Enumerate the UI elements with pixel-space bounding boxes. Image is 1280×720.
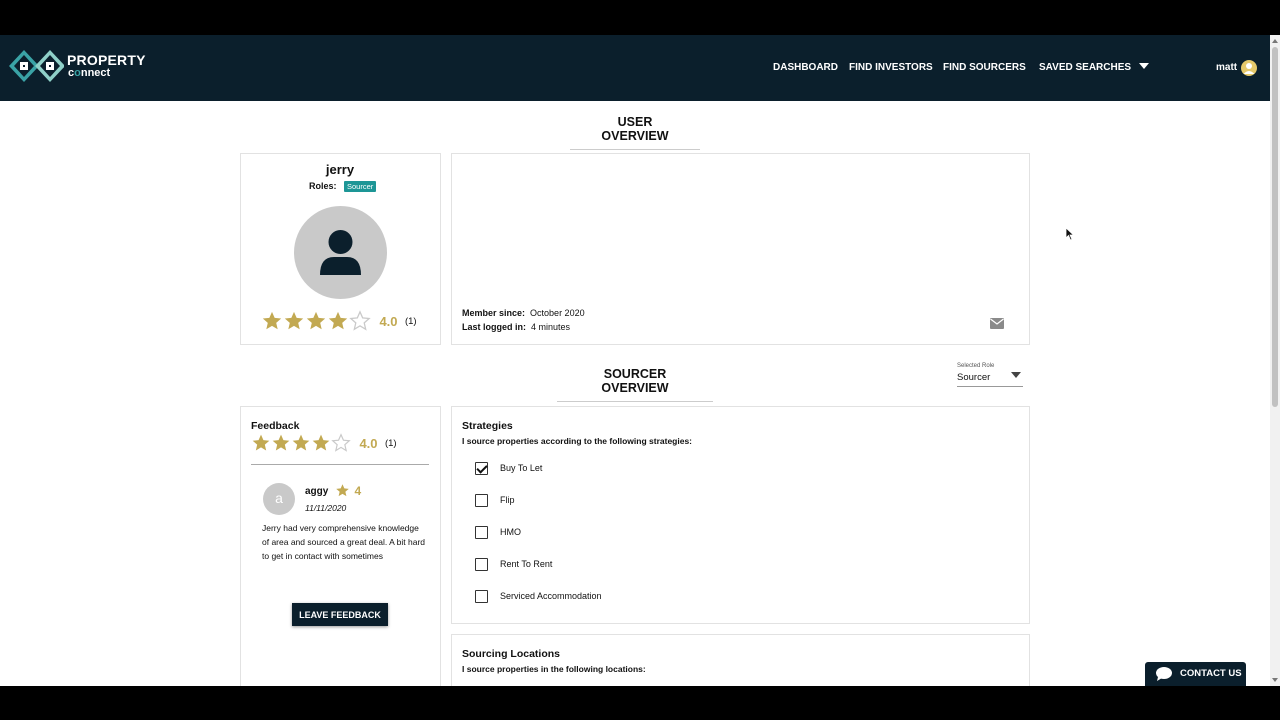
last-logged-in: Last logged in: 4 minutes [462,322,570,332]
profile-rating-count: (1) [404,315,417,327]
contact-us-button[interactable]: CONTACT US [1145,662,1246,686]
scroll-down-icon[interactable] [1272,678,1278,682]
checkbox-checked[interactable] [475,462,488,475]
roles-label: Roles: [309,181,337,191]
chevron-down-icon [1139,63,1150,69]
star-filled-icon [284,311,304,330]
dropdown-arrow-icon [1011,372,1021,378]
strategies-heading: Strategies [462,420,513,432]
reviewer-name[interactable]: aggy [305,486,328,497]
sourcer-overview-title: SOURCER OVERVIEW [557,367,713,402]
saved-searches-label: SAVED SEARCHES [1039,62,1132,73]
video-letterbox-top [0,0,1280,35]
profile-name: jerry [325,162,355,177]
feedback-rating: 4.0 (1) [251,433,397,453]
checkbox-unchecked[interactable] [475,526,488,539]
star-filled-icon [262,311,282,330]
star-filled-icon [272,434,290,451]
browser-viewport: PROPERTY connect DASHBOARD FIND INVESTOR… [0,35,1270,686]
feedback-card: Feedback 4.0 (1) a aggy 4 11/11/2020 Jer… [240,406,441,686]
selected-role-select[interactable]: Selected Role Sourcer [957,362,1023,387]
profile-rating-value: 4.0 [379,313,398,329]
scroll-up-icon[interactable] [1272,39,1278,43]
checkbox-unchecked[interactable] [475,590,488,603]
star-filled-icon [252,434,270,451]
star-empty-icon [331,433,351,452]
user-avatar[interactable] [1241,60,1257,76]
feedback-star-rating [251,433,351,452]
brand-name: PROPERTY [67,52,146,68]
contact-us-label: CONTACT US [1180,668,1242,679]
locations-card: Sourcing Locations I source properties i… [451,634,1030,686]
brand-tagline: connect [68,67,111,79]
logo-mark-icon [9,50,64,82]
feedback-heading: Feedback [251,420,300,432]
profile-card: jerry Roles: Sourcer 4.0 (1) [240,153,441,345]
profile-rating: 4.0 (1) [261,310,417,332]
selected-role-label: Selected Role [957,363,995,369]
checkbox-unchecked[interactable] [475,558,488,571]
strategy-label: HMO [500,527,521,537]
reviewer-avatar: a [263,483,295,515]
nav-find-investors[interactable]: FIND INVESTORS [849,62,933,73]
sourcer-overview-title-text: SOURCER OVERVIEW [601,367,669,395]
member-since-label: Member since: [462,308,526,318]
review-text: Jerry had very comprehensive knowledge o… [262,523,426,561]
star-empty-icon [349,310,371,331]
star-filled-icon [336,484,349,497]
brand-logo[interactable]: PROPERTY connect [8,49,148,85]
page-scrollbar[interactable] [1270,35,1280,686]
feedback-rating-value: 4.0 [359,435,378,451]
title-underline [570,149,700,150]
locations-heading: Sourcing Locations [462,648,561,660]
scrollbar-thumb[interactable] [1272,47,1278,407]
user-icon [1243,63,1255,74]
leave-feedback-button[interactable]: LEAVE FEEDBACK [292,603,388,626]
strategy-label: Flip [500,495,515,505]
nav-saved-searches[interactable]: SAVED SEARCHES [1039,62,1150,73]
star-filled-icon [328,311,348,330]
user-menu-name[interactable]: matt [1216,62,1237,73]
profile-avatar [294,206,387,299]
member-since: Member since: October 2020 [462,308,585,318]
last-logged-value: 4 minutes [531,322,571,332]
mouse-cursor-icon [1066,228,1075,241]
star-filled-icon [312,434,330,451]
strategies-card: Strategies I source properties according… [451,406,1030,624]
envelope-icon[interactable] [990,318,1004,329]
user-overview-title-text: USER OVERVIEW [601,115,669,143]
nav-find-sourcers[interactable]: FIND SOURCERS [943,62,1026,73]
video-letterbox-bottom [0,686,1280,720]
profile-star-rating [261,310,371,331]
user-overview-title: USER OVERVIEW [570,115,700,150]
selected-role-value: Sourcer [957,372,991,383]
last-logged-label: Last logged in: [462,322,526,332]
strategy-label: Serviced Accommodation [500,591,602,601]
role-badge: Sourcer [344,181,377,192]
checkbox-unchecked[interactable] [475,494,488,507]
feedback-rating-count: (1) [384,437,397,449]
strategy-label: Buy To Let [500,463,543,473]
user-info-card: Member since: October 2020 Last logged i… [451,153,1030,345]
star-filled-icon [292,434,310,451]
title-underline [557,401,713,402]
strategies-subheading: I source properties according to the fol… [462,436,693,446]
strategy-label: Rent To Rent [500,559,553,569]
chat-bubble-icon [1156,667,1172,681]
top-navbar: PROPERTY connect DASHBOARD FIND INVESTOR… [0,35,1270,101]
locations-subheading: I source properties in the following loc… [462,664,646,674]
review-rating: 4 [335,482,361,500]
person-icon [320,230,361,275]
star-filled-icon [306,311,326,330]
review-rating-value: 4 [354,483,362,498]
feedback-divider [251,464,429,465]
nav-dashboard[interactable]: DASHBOARD [773,62,838,73]
member-since-value: October 2020 [530,308,585,318]
review-date: 11/11/2020 [305,503,347,513]
